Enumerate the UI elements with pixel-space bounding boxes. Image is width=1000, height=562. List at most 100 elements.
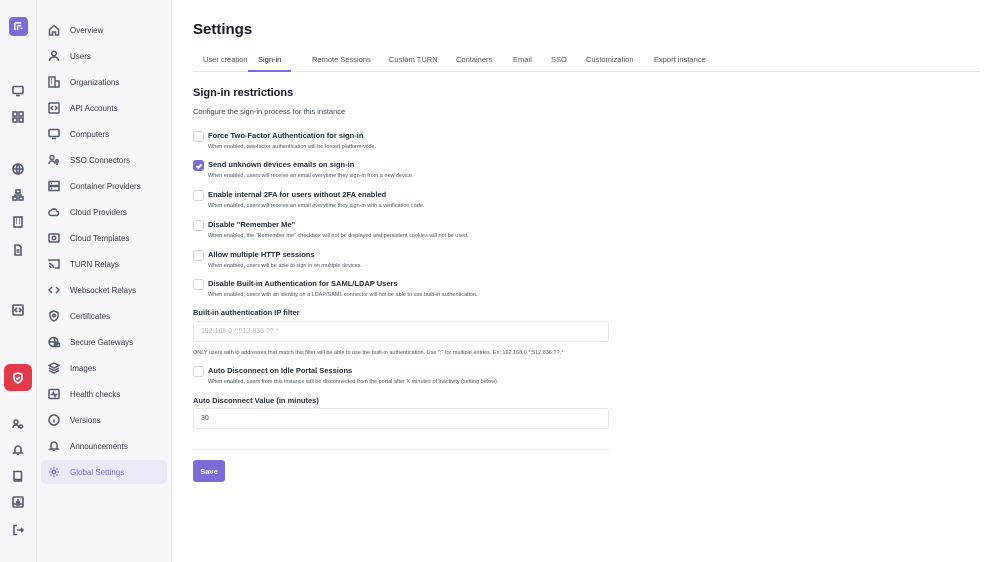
ip-filter-label: Built-in authentication IP filter: [193, 308, 300, 317]
multiple-http-sessions-checkbox[interactable]: [193, 250, 204, 261]
user-icon: [48, 50, 60, 62]
sidebar-item-api-accounts[interactable]: API Accounts: [41, 96, 167, 120]
tab-containers[interactable]: Containers: [456, 50, 492, 72]
code-arrows-icon: [48, 284, 60, 296]
sidebar-item-images[interactable]: Images: [41, 356, 167, 380]
code-icon[interactable]: [10, 302, 26, 318]
checkmark-icon: [195, 163, 202, 169]
cloud-icon: [48, 206, 60, 218]
home-icon: [48, 24, 60, 36]
sidebar-item-label: Secure Gateways: [70, 337, 134, 347]
book-icon[interactable]: [10, 468, 26, 484]
logout-icon[interactable]: [10, 522, 26, 538]
sidebar-item-websocket-relays[interactable]: Websocket Relays: [41, 278, 167, 302]
info-icon: [48, 414, 60, 426]
sidebar: Overview Users Organizations API Account…: [37, 0, 172, 562]
settings-tabs: User creation Sign-in Remote Sessions Cu…: [193, 50, 980, 72]
sidebar-item-label: Certificates: [70, 311, 111, 321]
option-description: When enabled, users will receive an emai…: [208, 173, 414, 179]
sidebar-item-label: Health checks: [70, 389, 121, 399]
gear-icon: [48, 466, 60, 478]
save-button[interactable]: Save: [193, 460, 225, 482]
sidebar-item-announcements[interactable]: Announcements: [41, 434, 167, 458]
option-description: When enabled, users from this instance w…: [208, 379, 499, 385]
unknown-device-emails-checkbox[interactable]: [193, 160, 204, 171]
sidebar-item-organizations[interactable]: Organizations: [41, 70, 167, 94]
network-icon[interactable]: [10, 187, 26, 203]
logo-icon[interactable]: [9, 17, 28, 36]
auto-disconnect-checkbox[interactable]: [193, 366, 204, 377]
sidebar-item-global-settings[interactable]: Global Settings: [41, 460, 167, 484]
option-title: Disable Built-in Authentication for SAML…: [208, 279, 398, 288]
tab-sso[interactable]: SSO: [551, 50, 567, 72]
tab-user-creation[interactable]: User creation: [203, 50, 248, 72]
tab-sign-in[interactable]: Sign-in: [248, 50, 292, 72]
sidebar-item-overview[interactable]: Overview: [41, 18, 167, 42]
sidebar-item-container-providers[interactable]: Container Providers: [41, 174, 167, 198]
building-icon[interactable]: [10, 214, 26, 230]
sidebar-item-certificates[interactable]: Certificates: [41, 304, 167, 328]
option-description: When enabled, the "Remember me" checkbox…: [208, 233, 469, 239]
document-icon[interactable]: [10, 242, 26, 258]
shield-icon[interactable]: [4, 364, 32, 391]
sidebar-item-cloud-templates[interactable]: Cloud Templates: [41, 226, 167, 250]
page-title: Settings: [193, 21, 253, 38]
sidebar-item-label: Websocket Relays: [70, 285, 137, 295]
building-icon: [48, 76, 60, 88]
option-title: Disable "Remember Me": [208, 220, 296, 229]
tab-export-instance[interactable]: Export instance: [654, 50, 706, 72]
sidebar-item-label: Announcements: [70, 441, 128, 451]
tab-customization[interactable]: Customization: [586, 50, 634, 72]
sidebar-item-secure-gateways[interactable]: Secure Gateways: [41, 330, 167, 354]
sidebar-item-label: API Accounts: [70, 103, 118, 113]
sidebar-item-turn-relays[interactable]: TURN Relays: [41, 252, 167, 276]
sidebar-item-label: SSO Connectors: [70, 155, 131, 165]
tab-custom-turn[interactable]: Custom TURN: [389, 50, 438, 72]
user-settings-icon[interactable]: [10, 416, 26, 432]
option-title: Auto Disconnect on Idle Portal Sessions: [208, 366, 353, 375]
sidebar-item-label: TURN Relays: [70, 259, 119, 269]
sidebar-item-users[interactable]: Users: [41, 44, 167, 68]
globe-lock-icon: [48, 336, 60, 348]
sidebar-item-versions[interactable]: Versions: [41, 408, 167, 432]
tab-remote-sessions[interactable]: Remote Sessions: [312, 50, 371, 72]
sidebar-item-cloud-providers[interactable]: Cloud Providers: [41, 200, 167, 224]
internal-2fa-checkbox[interactable]: [193, 190, 204, 201]
icon-rail: [0, 0, 37, 562]
certificate-icon: [48, 310, 60, 322]
monitor-icon[interactable]: [10, 83, 26, 99]
tab-email[interactable]: Email: [513, 50, 532, 72]
bell-icon: [48, 440, 60, 452]
option-description: When enabled, users will be able to sign…: [208, 263, 363, 269]
sidebar-item-label: Overview: [70, 25, 104, 35]
sidebar-item-sso-connectors[interactable]: SSO Connectors: [41, 148, 167, 172]
disable-builtin-auth-checkbox[interactable]: [193, 279, 204, 290]
option-description: When enabled, two-factor authentication …: [208, 144, 377, 150]
option-description: When enabled, users will receive an emai…: [208, 203, 425, 209]
sidebar-item-label: Cloud Providers: [70, 207, 127, 217]
sidebar-item-label: Container Providers: [70, 181, 141, 191]
cast-icon: [48, 258, 60, 270]
image-icon: [48, 232, 60, 244]
bell-icon[interactable]: [10, 442, 26, 458]
api-icon: [48, 102, 60, 114]
section-title: Sign-in restrictions: [193, 87, 294, 99]
sidebar-item-health-checks[interactable]: Health checks: [41, 382, 167, 406]
option-title: Allow multiple HTTP sessions: [208, 250, 315, 259]
inbox-download-icon[interactable]: [10, 494, 26, 510]
apps-grid-icon[interactable]: [10, 109, 26, 125]
disable-remember-me-checkbox[interactable]: [193, 220, 204, 231]
monitor-icon: [48, 128, 60, 140]
option-title: Force Two-Factor Authentication for sign…: [208, 131, 364, 140]
activity-icon: [48, 388, 60, 400]
sidebar-item-label: Versions: [70, 415, 101, 425]
divider: [193, 449, 609, 450]
globe-icon[interactable]: [10, 161, 26, 177]
sidebar-item-label: Organizations: [70, 77, 120, 87]
sidebar-item-computers[interactable]: Computers: [41, 122, 167, 146]
force-2fa-checkbox[interactable]: [193, 131, 204, 142]
ip-filter-input[interactable]: [193, 321, 609, 342]
section-subtitle: Configure the sign-in process for this i…: [193, 107, 346, 116]
server-icon: [48, 180, 60, 192]
auto-disconnect-value-input[interactable]: [193, 408, 609, 429]
